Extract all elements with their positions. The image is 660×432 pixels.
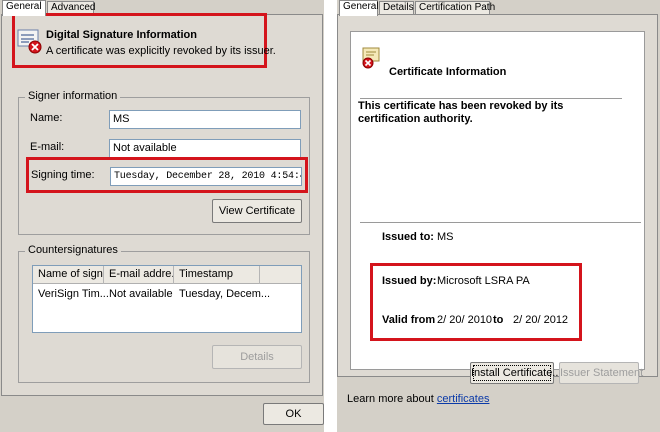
column-email[interactable]: E-mail addre...: [104, 266, 174, 284]
row-timestamp-cell: Tuesday, Decem...: [179, 288, 271, 300]
certificate-info-title: Certificate Information: [389, 66, 507, 78]
valid-to-value: 2/ 20/ 2012: [513, 314, 569, 326]
certificate-info-card: Certificate Information This certificate…: [350, 31, 645, 370]
valid-from-value: 2/ 20/ 2010: [437, 314, 493, 326]
tab-details[interactable]: Details: [379, 1, 414, 15]
column-name[interactable]: Name of sign...: [33, 266, 104, 284]
revocation-message: This certificate has been revoked by its…: [358, 100, 564, 125]
certificates-link[interactable]: certificates: [437, 393, 490, 405]
email-label: E-mail:: [30, 141, 65, 153]
valid-to-word: to: [493, 314, 504, 326]
valid-from-label: Valid from: [382, 314, 436, 326]
signing-time-label: Signing time:: [31, 169, 95, 181]
details-divider: [360, 222, 641, 223]
tab-certification-path[interactable]: Certification Path: [415, 1, 495, 15]
details-button[interactable]: Details: [212, 345, 302, 369]
countersignatures-list[interactable]: Name of sign... E-mail addre... Timestam…: [32, 265, 302, 333]
list-header: Name of sign... E-mail addre... Timestam…: [33, 266, 301, 284]
name-label: Name:: [30, 112, 63, 124]
tab-general[interactable]: General: [339, 0, 379, 16]
column-timestamp[interactable]: Timestamp: [174, 266, 260, 284]
row-name-cell: VeriSign Tim...: [38, 288, 109, 300]
certificate-general-page: Certificate Information This certificate…: [337, 14, 658, 377]
learn-more-text: Learn more about certificates: [347, 393, 489, 405]
issued-to-label: Issued to:: [382, 231, 434, 243]
issued-by-value: Microsoft LSRA PA: [437, 275, 530, 287]
countersignatures-legend: Countersignatures: [25, 244, 121, 256]
revoked-certificate-icon: [362, 47, 380, 69]
general-tab-page: Digital Signature Information A certific…: [1, 13, 323, 396]
learn-more-prefix: Learn more about: [347, 393, 437, 405]
ok-button[interactable]: OK: [263, 403, 324, 425]
title-divider: [360, 98, 622, 99]
name-field[interactable]: MS: [109, 110, 301, 129]
row-email-cell: Not available: [109, 288, 173, 300]
certificate-dialog: General Details Certification Path Certi…: [337, 0, 660, 432]
view-certificate-button[interactable]: View Certificate: [212, 199, 302, 223]
revoked-signature-icon: [17, 29, 42, 54]
signer-info-legend: Signer information: [25, 90, 121, 102]
header-title: Digital Signature Information: [46, 29, 197, 41]
email-field[interactable]: Not available: [109, 139, 301, 158]
install-certificate-button[interactable]: Install Certificate...: [470, 362, 561, 384]
tab-general[interactable]: General: [2, 0, 46, 16]
header-subtitle: A certificate was explicitly revoked by …: [46, 45, 276, 57]
issuer-statement-button[interactable]: Issuer Statement: [559, 362, 643, 384]
signing-time-field[interactable]: Tuesday, December 28, 2010 4:54:40 PM: [110, 167, 302, 186]
issued-by-label: Issued by:: [382, 275, 437, 287]
issued-to-value: MS: [437, 231, 454, 243]
signature-details-dialog: General Advanced Digital Signature Infor…: [0, 0, 324, 432]
